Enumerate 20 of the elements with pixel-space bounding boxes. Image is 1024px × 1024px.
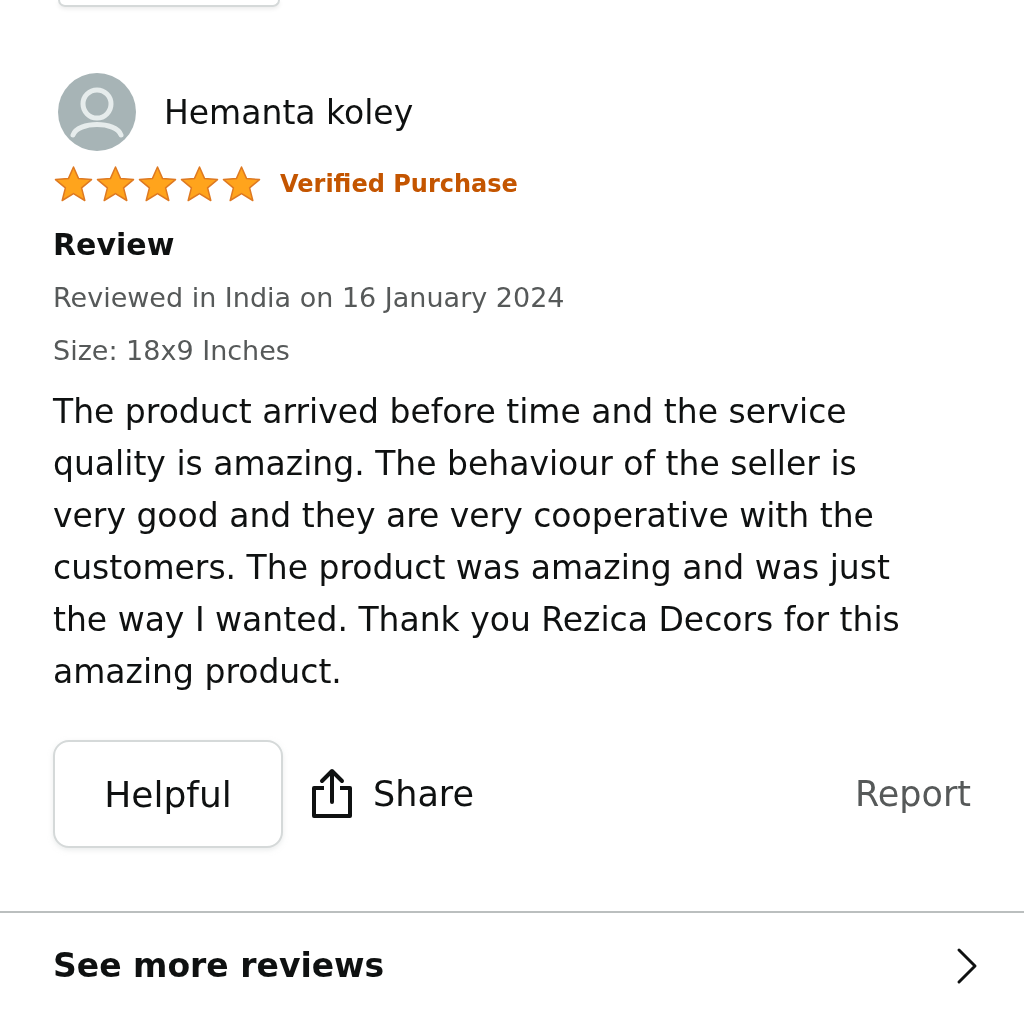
star-icon xyxy=(53,165,94,203)
star-icon xyxy=(221,165,262,203)
verified-purchase-label: Verified Purchase xyxy=(280,170,518,198)
see-more-reviews-link[interactable]: See more reviews xyxy=(0,913,1024,985)
star-icon xyxy=(95,165,136,203)
button-edge[interactable] xyxy=(58,0,280,7)
review-text: The product arrived before time and the service quality is amazing. The behaviour of the seller is very good and they are very cooperative with the customers. The product was amazing and was just the way I wanted. Thank you Rezica Decors for this amazing product. xyxy=(53,391,901,693)
share-button[interactable]: Share xyxy=(310,768,474,820)
chevron-icon xyxy=(956,946,978,985)
share-icon xyxy=(310,768,354,820)
avatar-icon xyxy=(58,73,136,151)
report-link[interactable]: Report xyxy=(854,774,971,814)
helpful-button[interactable]: Helpful xyxy=(53,740,283,848)
variant-size: Size: 18x9 Inches xyxy=(53,335,291,366)
review-title: Review xyxy=(53,227,176,262)
reviewer-name: Hemanta koley xyxy=(164,92,414,132)
star-icon xyxy=(137,165,178,203)
review-date: Reviewed in India on 16 January 2024 xyxy=(53,282,566,313)
star-icon xyxy=(179,165,220,203)
see-more-reviews-label: See more reviews xyxy=(53,946,385,985)
